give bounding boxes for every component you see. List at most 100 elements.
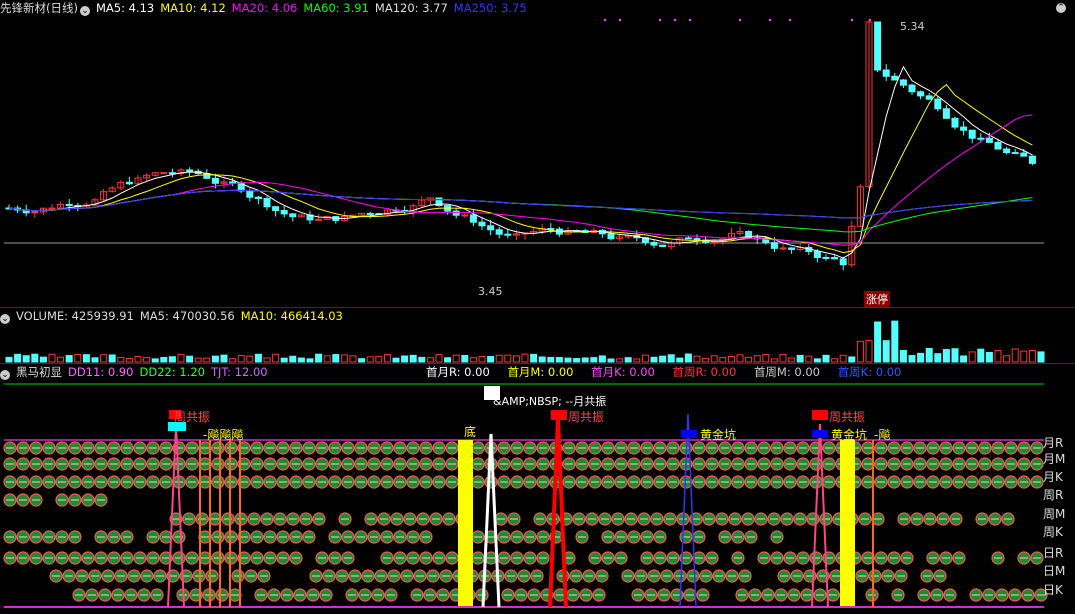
volume-bar xyxy=(779,353,787,363)
golden-pit-flag-2: 黄金坑 xyxy=(831,428,868,442)
volume-bar xyxy=(1011,348,1019,363)
week-flag-marker xyxy=(812,410,828,420)
golden-pit-highlight-bar xyxy=(840,440,855,606)
volume-pane: ⌄ VOLUME: 425939.91 MA5: 470030.56 MA10: 46… xyxy=(0,308,1075,364)
candle-body xyxy=(770,242,778,249)
volume-bar xyxy=(340,354,348,363)
candle-body xyxy=(891,75,899,81)
volume-menu-icon[interactable]: ⌄ xyxy=(0,314,10,324)
volume-bar xyxy=(882,340,890,363)
volume-bar xyxy=(753,355,761,363)
bottom-flag: 底 xyxy=(464,425,477,439)
volume-bar xyxy=(762,353,770,363)
candle-body xyxy=(547,227,555,230)
week-resonance-flag-3: 周共振 xyxy=(829,410,866,424)
volume-bar xyxy=(899,349,907,363)
volume-bar xyxy=(994,349,1002,363)
volume-bar xyxy=(487,356,495,363)
collapse-icon[interactable]: ⌄ xyxy=(79,6,90,16)
candle-body xyxy=(1003,148,1011,154)
volume-bar xyxy=(616,358,624,363)
stat-week-m: 首周M: 0.00 xyxy=(753,365,820,379)
volume-bar xyxy=(323,355,331,363)
candle-body xyxy=(31,211,39,214)
candle-body xyxy=(779,247,787,250)
ma60-label: MA60: 3.91 xyxy=(303,1,369,15)
signal-dot xyxy=(603,18,607,22)
candle-body xyxy=(461,214,469,217)
candle-body xyxy=(452,210,460,216)
indicator-stats: 首月R: 0.00 首月M: 0.00 首月K: 0.00 首周R: 0.00 … xyxy=(426,364,901,380)
high-price-label: 5.34 xyxy=(900,20,925,33)
volume-bar xyxy=(925,348,933,363)
signal-dot xyxy=(658,18,662,22)
volume-bar xyxy=(392,357,400,363)
candle-body xyxy=(831,257,839,260)
volume-bar xyxy=(375,355,383,363)
ma120-label: MA120: 3.77 xyxy=(374,1,448,15)
candle-body xyxy=(246,190,254,198)
volume-bar xyxy=(702,357,710,363)
candle-body xyxy=(495,229,503,235)
row-label: 月K xyxy=(1043,470,1063,484)
candle-body xyxy=(839,258,847,266)
volume-bar xyxy=(745,356,753,363)
row-label: 周R xyxy=(1043,488,1064,502)
volume-ma10-label: MA10: 466414.03 xyxy=(240,309,343,323)
golden-pit-marker xyxy=(812,430,828,438)
candle-body xyxy=(684,237,692,240)
volume-bar xyxy=(435,354,443,363)
volume-bar xyxy=(934,353,942,363)
candle-body xyxy=(788,247,796,251)
volume-bar xyxy=(203,357,211,363)
candle-body xyxy=(874,21,882,71)
signal-dot xyxy=(688,18,692,22)
volume-bar xyxy=(848,356,856,363)
volume-bar xyxy=(796,354,804,363)
candle-body xyxy=(229,181,237,184)
volume-bar xyxy=(865,339,873,363)
volume-bar xyxy=(306,358,314,363)
volume-bar xyxy=(160,356,168,363)
volume-bar xyxy=(788,357,796,363)
ma5-line xyxy=(8,65,1033,259)
volume-bar xyxy=(538,356,546,363)
signal-dot xyxy=(850,18,854,22)
volume-bar xyxy=(134,355,142,363)
volume-bar xyxy=(297,357,305,363)
candle-body xyxy=(934,98,942,110)
price-pane: 先锋新材(日线) ⌄ MA5: 4.13 MA10: 4.12 MA20: 4.06 MA… xyxy=(0,0,1075,308)
volume-bar xyxy=(598,355,606,363)
volume-bar xyxy=(1028,349,1036,363)
volume-bar xyxy=(891,320,899,363)
volume-bar xyxy=(237,355,245,363)
volume-bar xyxy=(805,355,813,363)
volume-bar xyxy=(211,355,219,363)
volume-bar xyxy=(254,353,262,363)
volume-bar xyxy=(143,357,151,363)
volume-bar xyxy=(977,348,985,363)
row-label: 周K xyxy=(1043,525,1063,539)
volume-bar xyxy=(125,357,133,363)
volume-bar xyxy=(91,357,99,363)
volume-bar xyxy=(14,353,22,363)
volume-bar xyxy=(874,321,882,363)
volume-bar xyxy=(289,355,297,363)
volume-bar xyxy=(770,358,778,363)
candle-body xyxy=(315,218,323,221)
candle-body xyxy=(272,206,280,212)
candle-body xyxy=(289,213,297,218)
close-pane-icon[interactable]: ⌃ xyxy=(1056,3,1066,13)
dd11-label: DD11: 0.90 xyxy=(68,365,134,379)
tjt-label: TJT: 12.00 xyxy=(210,365,268,379)
candle-body xyxy=(254,196,262,200)
low-price-label: 3.45 xyxy=(478,285,503,298)
volume-bar xyxy=(659,355,667,363)
volume-bar xyxy=(951,348,959,363)
volume-bar xyxy=(607,358,615,363)
volume-bar xyxy=(263,357,271,363)
volume-bar xyxy=(693,355,701,363)
volume-bar xyxy=(349,355,357,363)
indicator-menu-icon[interactable]: ⌄ xyxy=(0,370,10,380)
candle-body xyxy=(968,129,976,139)
